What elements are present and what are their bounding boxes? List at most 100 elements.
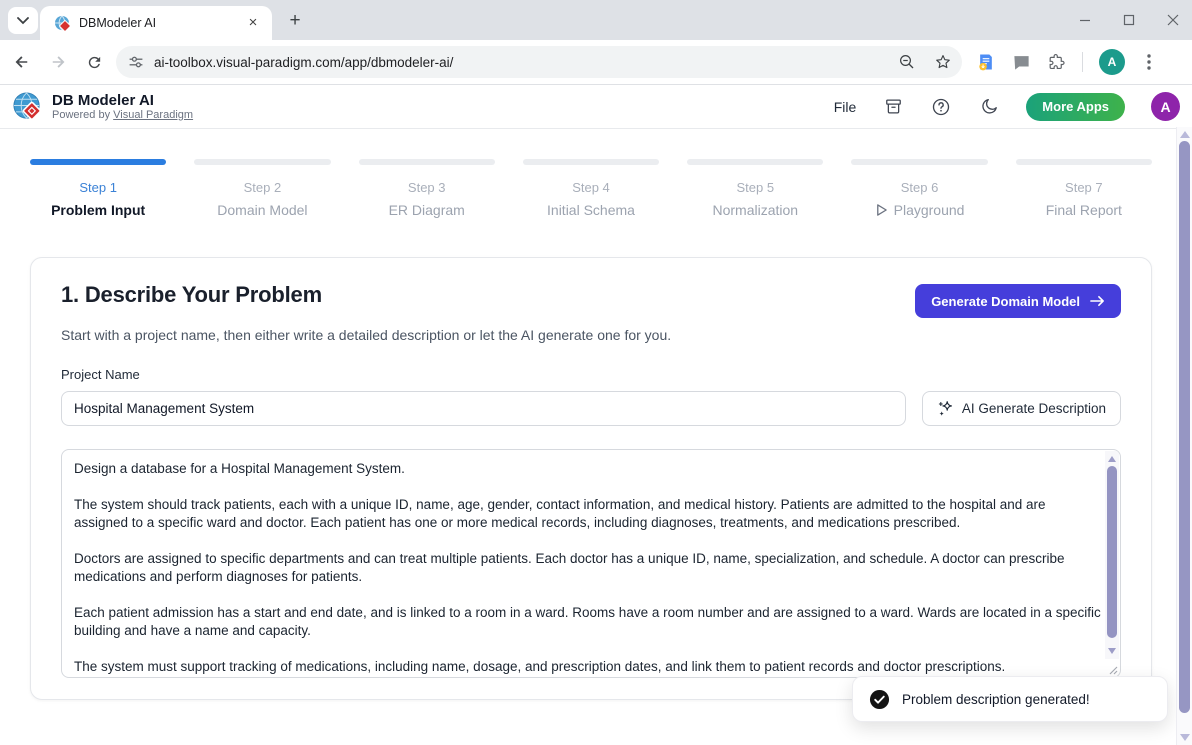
- page-scrollbar-thumb[interactable]: [1179, 141, 1190, 713]
- ai-generate-description-button[interactable]: AI Generate Description: [922, 391, 1121, 426]
- site-settings-icon[interactable]: [128, 54, 144, 70]
- step-number: Step 7: [1016, 180, 1152, 195]
- step-number: Step 3: [359, 180, 495, 195]
- step-progress-bar: [359, 159, 495, 165]
- generate-domain-model-label: Generate Domain Model: [931, 294, 1080, 309]
- browser-tab-strip: DBModeler AI × +: [0, 0, 1192, 40]
- browser-menu-icon[interactable]: [1141, 53, 1157, 71]
- page-scroll-up-icon[interactable]: [1180, 131, 1190, 138]
- problem-input-card: 1. Describe Your Problem Generate Domain…: [30, 257, 1152, 700]
- forward-icon[interactable]: [44, 48, 72, 76]
- more-apps-button[interactable]: More Apps: [1026, 93, 1125, 121]
- url-bar[interactable]: ai-toolbox.visual-paradigm.com/app/dbmod…: [116, 46, 962, 78]
- toolbar-divider: [1082, 52, 1083, 72]
- sparkles-icon: [937, 400, 954, 417]
- zoom-out-icon[interactable]: [898, 53, 916, 71]
- textarea-scrollbar-thumb[interactable]: [1107, 466, 1117, 638]
- app-header: DB Modeler AI Powered by Visual Paradigm…: [0, 85, 1192, 129]
- step-tabs: Step 1 Problem Input Step 2 Domain Model…: [30, 159, 1152, 218]
- description-paragraph: The system should track patients, each w…: [74, 496, 1102, 532]
- tab-step-3-er-diagram[interactable]: Step 3 ER Diagram: [359, 159, 495, 218]
- window-controls: [1078, 0, 1180, 40]
- step-label: Normalization: [712, 202, 798, 218]
- reading-list-icon[interactable]: [976, 52, 996, 72]
- step-progress-bar: [687, 159, 823, 165]
- step-label: Domain Model: [217, 202, 307, 218]
- toast-message: Problem description generated!: [902, 692, 1090, 707]
- powered-by: Powered by Visual Paradigm: [52, 109, 193, 121]
- new-tab-button[interactable]: +: [282, 8, 308, 34]
- textarea-scrollbar[interactable]: [1105, 451, 1119, 659]
- tab-step-1-problem-input[interactable]: Step 1 Problem Input: [30, 159, 166, 218]
- app-title: DB Modeler AI: [52, 93, 193, 109]
- minimize-icon[interactable]: [1078, 13, 1092, 27]
- app-user-avatar[interactable]: A: [1151, 92, 1180, 121]
- maximize-icon[interactable]: [1122, 13, 1136, 27]
- close-window-icon[interactable]: [1166, 13, 1180, 27]
- bookmark-star-icon[interactable]: [934, 53, 952, 71]
- description-paragraph: Design a database for a Hospital Managem…: [74, 460, 1102, 478]
- step-progress-bar: [523, 159, 659, 165]
- description-paragraph: Doctors are assigned to specific departm…: [74, 550, 1102, 586]
- file-menu[interactable]: File: [834, 99, 857, 115]
- description-paragraph: Each patient admission has a start and e…: [74, 604, 1102, 640]
- visual-paradigm-link[interactable]: Visual Paradigm: [113, 109, 193, 121]
- step-number: Step 6: [851, 180, 987, 195]
- url-text[interactable]: ai-toolbox.visual-paradigm.com/app/dbmod…: [154, 55, 898, 70]
- step-label: ER Diagram: [389, 202, 465, 218]
- tab-step-4-initial-schema[interactable]: Step 4 Initial Schema: [523, 159, 659, 218]
- resize-grip-icon[interactable]: [1107, 664, 1118, 675]
- app-logo: [12, 91, 43, 122]
- problem-description-textarea[interactable]: Design a database for a Hospital Managem…: [61, 449, 1121, 678]
- help-icon[interactable]: [930, 96, 952, 118]
- scroll-up-icon[interactable]: [1108, 456, 1116, 462]
- project-name-input[interactable]: [61, 391, 906, 426]
- generate-domain-model-button[interactable]: Generate Domain Model: [915, 284, 1121, 318]
- chevron-down-icon: [17, 17, 29, 25]
- close-tab-icon[interactable]: ×: [244, 14, 262, 32]
- step-label: Final Report: [1046, 202, 1122, 218]
- tab-step-2-domain-model[interactable]: Step 2 Domain Model: [194, 159, 330, 218]
- site-favicon: [54, 15, 71, 32]
- page-subtitle: Start with a project name, then either w…: [61, 327, 1121, 343]
- play-icon: [875, 203, 888, 217]
- problem-description-text[interactable]: Design a database for a Hospital Managem…: [63, 451, 1102, 676]
- browser-toolbar: ai-toolbox.visual-paradigm.com/app/dbmod…: [0, 40, 1192, 85]
- browser-profile-avatar[interactable]: A: [1099, 49, 1125, 75]
- tab-step-5-normalization[interactable]: Step 5 Normalization: [687, 159, 823, 218]
- tab-step-6-playground[interactable]: Step 6 Playground: [851, 159, 987, 218]
- step-label: Playground: [894, 202, 965, 218]
- tab-step-7-final-report[interactable]: Step 7 Final Report: [1016, 159, 1152, 218]
- toolbar-extension-icons: A: [976, 49, 1163, 75]
- step-number: Step 5: [687, 180, 823, 195]
- step-number: Step 1: [30, 180, 166, 195]
- page-title: 1. Describe Your Problem: [61, 282, 322, 308]
- dark-mode-moon-icon[interactable]: [978, 96, 1000, 118]
- step-progress-bar: [30, 159, 166, 165]
- browser-tab[interactable]: DBModeler AI ×: [40, 6, 272, 40]
- tab-title: DBModeler AI: [79, 16, 244, 30]
- back-icon[interactable]: [8, 48, 36, 76]
- comment-icon[interactable]: [1012, 53, 1031, 72]
- step-label: Initial Schema: [547, 202, 635, 218]
- step-label: Problem Input: [51, 202, 145, 218]
- archive-icon[interactable]: [882, 96, 904, 118]
- arrow-right-icon: [1090, 295, 1105, 307]
- description-paragraph: The system must support tracking of medi…: [74, 658, 1102, 676]
- page: DB Modeler AI Powered by Visual Paradigm…: [0, 85, 1192, 745]
- page-scrollbar[interactable]: [1176, 127, 1192, 745]
- extensions-puzzle-icon[interactable]: [1047, 53, 1066, 72]
- step-number: Step 2: [194, 180, 330, 195]
- powered-by-prefix: Powered by: [52, 109, 113, 121]
- page-scroll-down-icon[interactable]: [1180, 734, 1190, 741]
- toast-notification: Problem description generated!: [852, 676, 1168, 722]
- reload-icon[interactable]: [80, 48, 108, 76]
- project-name-label: Project Name: [61, 367, 1121, 382]
- scroll-down-icon[interactable]: [1108, 648, 1116, 654]
- success-check-icon: [869, 689, 890, 710]
- step-progress-bar: [1016, 159, 1152, 165]
- step-progress-bar: [851, 159, 987, 165]
- tab-search-button[interactable]: [8, 7, 38, 34]
- ai-generate-description-label: AI Generate Description: [962, 401, 1106, 416]
- step-progress-bar: [194, 159, 330, 165]
